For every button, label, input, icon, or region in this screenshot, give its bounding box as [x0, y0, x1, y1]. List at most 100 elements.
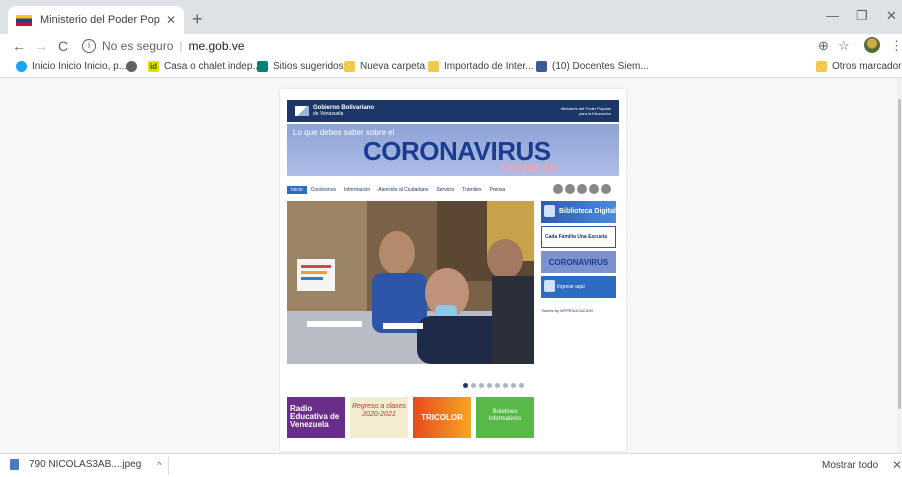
side-banners: Biblioteca Digital Cada Familia Una Escu… [541, 201, 616, 301]
bookmark-item[interactable]: id Casa o chalet indep... [148, 61, 261, 72]
bookmark-label: (10) Docentes Siem... [552, 61, 649, 72]
chevron-up-icon[interactable]: ^ [157, 460, 161, 470]
news-slider-image[interactable] [287, 201, 534, 364]
nav-tramites[interactable]: Trámites [458, 186, 485, 194]
biblioteca-banner[interactable]: Biblioteca Digital [541, 201, 616, 223]
browser-tab[interactable]: Ministerio del Poder Popular Par ✕ [8, 6, 184, 34]
bookmark-item[interactable]: (10) Docentes Siem... [536, 61, 649, 72]
omnibox[interactable]: i No es seguro | me.gob.ve [82, 36, 822, 56]
bookmark-item[interactable]: Sitios sugeridos [257, 61, 344, 72]
site-container: Gobierno Bolivariano de Venezuela Minist… [280, 89, 626, 451]
covid-banner[interactable]: Lo que debes saber sobre el CORONAVIRUS … [287, 124, 619, 176]
other-bookmarks[interactable]: Otros marcadores [816, 61, 902, 72]
gov-header: Gobierno Bolivariano de Venezuela Minist… [287, 100, 619, 122]
tricolor-label: TRICOLOR [421, 413, 463, 422]
scrollbar-thumb[interactable] [898, 99, 901, 409]
slider-dot[interactable] [471, 383, 476, 388]
reload-button[interactable]: C [52, 38, 74, 54]
computer-icon [544, 205, 555, 217]
bookmarks-bar: Inicio Inicio Inicio, p... id Casa o cha… [0, 58, 902, 78]
security-status: No es seguro [102, 39, 174, 53]
venezuela-flag-icon [16, 14, 32, 26]
address-toolbar: ← → C i No es seguro | me.gob.ve [0, 34, 902, 58]
nav-inicio[interactable]: Inicio [287, 186, 307, 194]
nav-conocenos[interactable]: Conócenos [307, 186, 340, 194]
window-close-button[interactable]: ✕ [886, 8, 897, 24]
bookmark-star-icon[interactable]: ☆ [838, 38, 850, 54]
tweets-link[interactable]: Tweets by MPPEDUCACION [541, 308, 593, 313]
slider-dot[interactable] [495, 383, 500, 388]
new-tab-button[interactable]: + [192, 9, 203, 30]
youtube-icon[interactable] [577, 184, 587, 194]
folder-icon [816, 61, 827, 72]
facebook-icon[interactable] [553, 184, 563, 194]
download-filename: 790 NICOLAS3AB....jpeg [29, 459, 142, 470]
boletines-banner[interactable]: Boletines Informativos [476, 397, 534, 438]
ministry-label: Ministerio del Poder Popular para la Edu… [561, 106, 611, 116]
social-icons [553, 184, 611, 194]
slider-dot[interactable] [463, 383, 468, 388]
cada-familia-label: Cada Familia Una Escuela [545, 234, 607, 240]
globe-icon [126, 61, 137, 72]
ingrese-banner[interactable]: Ingrese aquí [541, 276, 616, 298]
folder-icon [344, 61, 355, 72]
biblioteca-label: Biblioteca Digital [559, 208, 616, 215]
shelf-close-icon[interactable]: ✕ [892, 458, 902, 472]
profile-avatar[interactable] [864, 37, 880, 53]
bookmark-item[interactable]: Importado de Inter... [428, 61, 534, 72]
slider-dot[interactable] [503, 383, 508, 388]
restore-button[interactable]: ❐ [856, 8, 868, 24]
nav-servicio[interactable]: Servicio [432, 186, 458, 194]
meeting-photo [287, 201, 534, 364]
slider-dot[interactable] [519, 383, 524, 388]
slider-dot[interactable] [511, 383, 516, 388]
radio-label: Radio Educativa de Venezuela [290, 404, 340, 429]
slider-dot[interactable] [479, 383, 484, 388]
nav-atencion[interactable]: Atención al Ciudadano [374, 186, 432, 194]
twitter-icon[interactable] [565, 184, 575, 194]
forward-button[interactable]: → [30, 38, 52, 54]
tab-close-icon[interactable]: ✕ [166, 13, 176, 27]
browser-menu-icon[interactable]: ⋮ [890, 38, 902, 54]
info-icon[interactable]: i [82, 39, 96, 53]
bookmark-label: Nueva carpeta [360, 61, 426, 72]
gov-logo[interactable]: Gobierno Bolivariano de Venezuela [295, 105, 374, 117]
instagram-icon[interactable] [589, 184, 599, 194]
bookmark-item[interactable] [126, 61, 142, 72]
bookmark-item[interactable]: Nueva carpeta [344, 61, 425, 72]
gov-flag-icon [295, 106, 309, 116]
nav-informacion[interactable]: Información [340, 186, 374, 194]
image-file-icon [10, 459, 19, 470]
flickr-icon[interactable] [601, 184, 611, 194]
regreso-clases-banner[interactable]: Regreso a clases 2020-2021 [350, 397, 408, 438]
cursor-icon [544, 280, 555, 292]
tab-strip: Ministerio del Poder Popular Par ✕ + — ❐… [0, 0, 902, 34]
bing-icon [257, 61, 268, 72]
other-bookmarks-label: Otros marcadores [832, 61, 902, 72]
cada-familia-banner[interactable]: Cada Familia Una Escuela [541, 226, 616, 248]
minimize-button[interactable]: — [826, 8, 839, 23]
zoom-icon[interactable]: ⊕ [818, 38, 829, 54]
bookmark-item[interactable]: Inicio Inicio Inicio, p... [16, 61, 127, 72]
page-viewport: Gobierno Bolivariano de Venezuela Minist… [0, 79, 902, 453]
boletines-label: Boletines Informativos [488, 409, 522, 422]
shelf-divider [168, 457, 169, 475]
download-shelf: 790 NICOLAS3AB....jpeg ^ Mostrar todo ✕ [0, 453, 902, 477]
coronavirus-side-banner[interactable]: CORONAVIRUS [541, 251, 616, 273]
download-item[interactable]: 790 NICOLAS3AB....jpeg ^ [10, 459, 162, 470]
folder-icon [428, 61, 439, 72]
bookmark-label: Importado de Inter... [444, 61, 534, 72]
url-text[interactable]: me.gob.ve [189, 39, 245, 53]
idealista-icon: id [148, 61, 159, 72]
tricolor-banner[interactable]: TRICOLOR [413, 397, 471, 438]
nav-prensa[interactable]: Prensa [486, 186, 510, 194]
ingrese-label: Ingrese aquí [557, 284, 585, 290]
gov-logo-line2: de Venezuela [313, 111, 344, 117]
slider-dot[interactable] [487, 383, 492, 388]
radio-educativa-banner[interactable]: Radio Educativa de Venezuela [287, 397, 345, 438]
show-all-button[interactable]: Mostrar todo [822, 460, 878, 471]
page-scrollbar[interactable] [897, 79, 902, 453]
covid-subtitle: COVID-19 [501, 161, 557, 175]
back-button[interactable]: ← [8, 38, 30, 54]
regreso-label: Regreso a clases 2020-2021 [351, 403, 407, 418]
